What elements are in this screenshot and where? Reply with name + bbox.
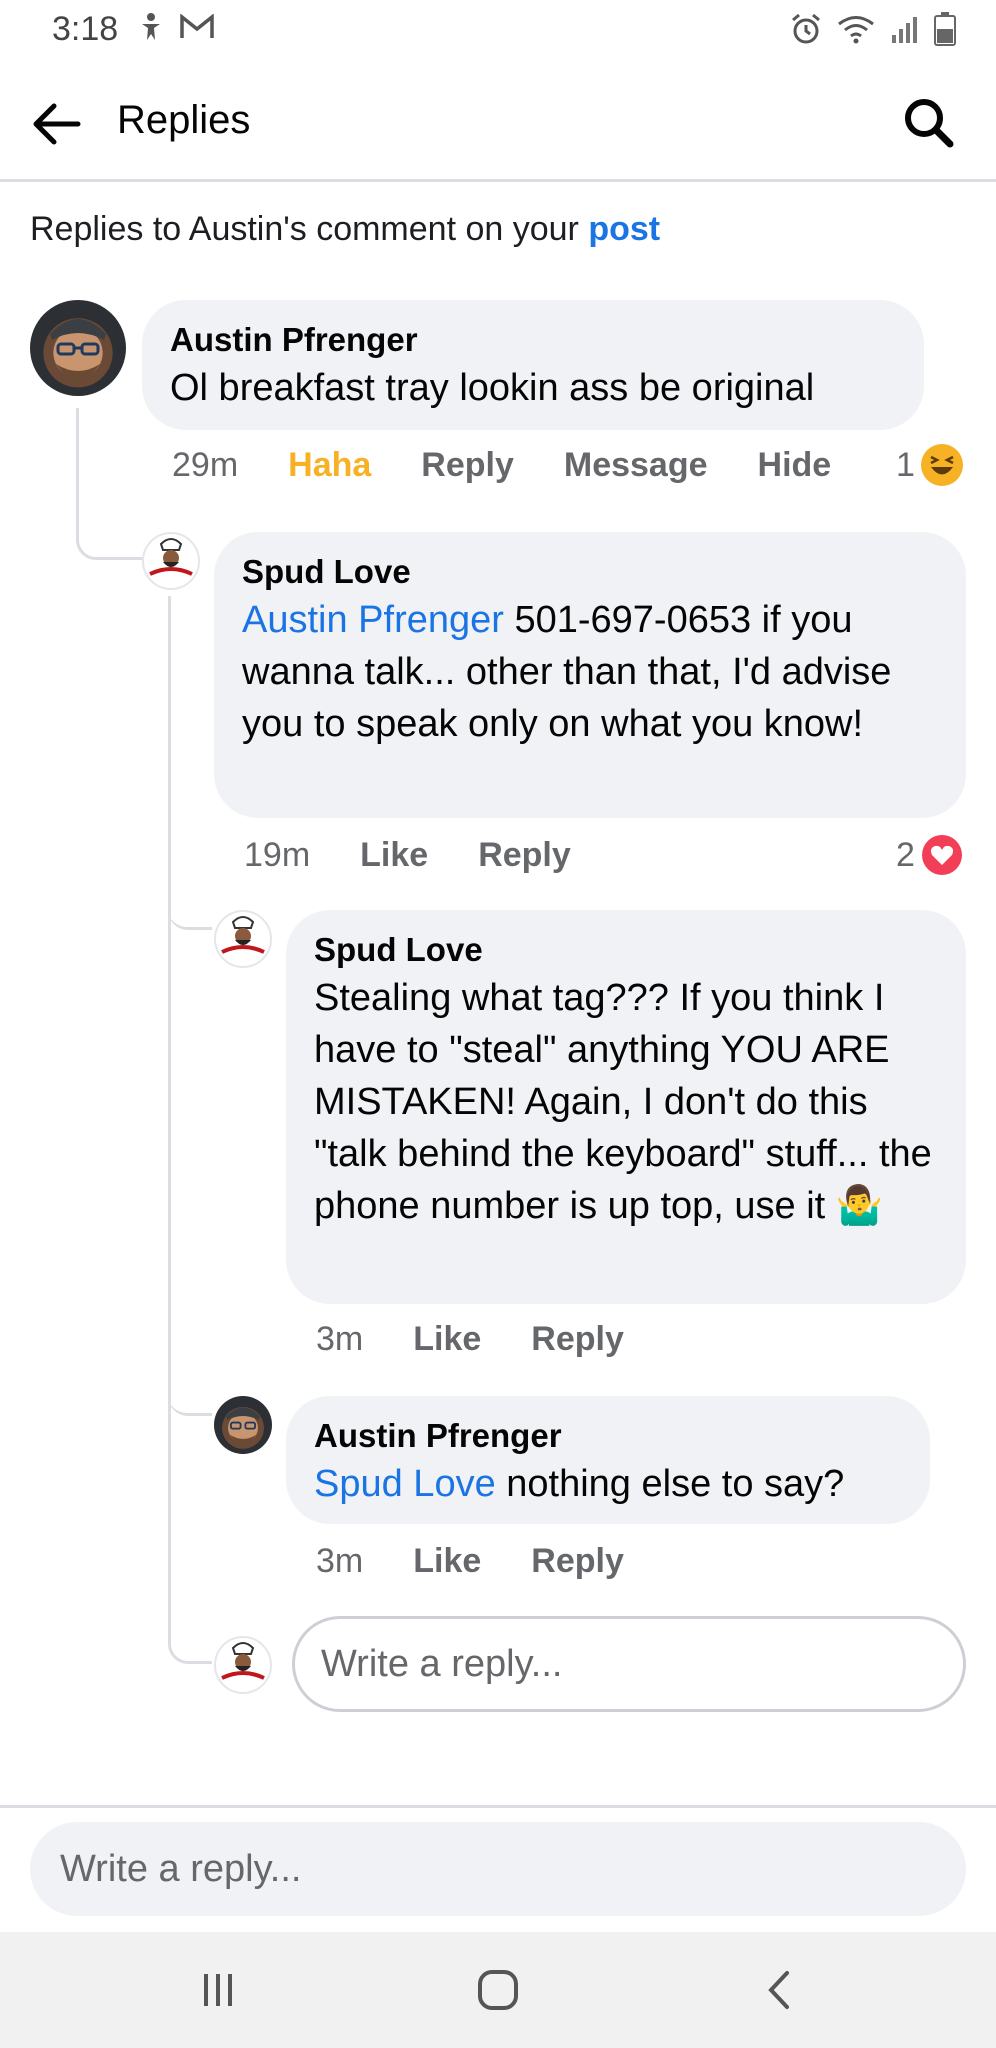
reaction-summary[interactable]: 1: [896, 444, 963, 486]
avatar[interactable]: [142, 532, 200, 590]
wifi-icon: [838, 16, 874, 44]
profile-photo-icon: [50, 319, 106, 380]
reply-composer-input[interactable]: Write a reply...: [30, 1822, 966, 1916]
spud-love-logo-icon: [149, 538, 193, 576]
comment-actions: 3m Like Reply: [316, 1542, 674, 1581]
like-button[interactable]: Like: [360, 836, 428, 875]
header: Replies: [0, 60, 996, 182]
hide-button[interactable]: Hide: [758, 446, 832, 485]
nav-back-button[interactable]: [748, 1962, 808, 2018]
shrug-emoji: 🤷‍♂️: [835, 1185, 884, 1227]
thread-connector: [168, 596, 212, 1664]
signal-icon: [892, 17, 917, 43]
reply-button[interactable]: Reply: [421, 446, 514, 485]
like-button[interactable]: Like: [413, 1542, 481, 1581]
comment-actions: 29m Haha Reply Message Hide: [172, 446, 881, 485]
system-nav-bar: [0, 1932, 996, 2048]
mention-link[interactable]: Austin Pfrenger: [242, 599, 504, 641]
status-bar: 3:18: [0, 0, 996, 60]
comment-actions: 3m Like Reply: [316, 1320, 674, 1359]
comment-actions: 19m Like Reply: [244, 836, 621, 875]
thread-connector: [76, 408, 146, 560]
comment-author[interactable]: Austin Pfrenger: [314, 1414, 902, 1458]
message-button[interactable]: Message: [564, 446, 708, 485]
reply-button[interactable]: Reply: [531, 1542, 624, 1581]
comment-text: Ol breakfast tray lookin ass be original: [170, 367, 815, 409]
back-arrow-icon: [33, 103, 81, 145]
comment-author[interactable]: Austin Pfrenger: [170, 318, 896, 362]
avatar[interactable]: [214, 910, 272, 968]
battery-icon: [934, 12, 956, 46]
spud-love-logo-icon: [221, 916, 265, 954]
comment-time: 3m: [316, 1320, 364, 1358]
comment-text: nothing else to say?: [495, 1463, 845, 1505]
gmail-icon: [180, 14, 214, 38]
search-icon: [905, 99, 954, 148]
haha-button[interactable]: Haha: [288, 446, 371, 485]
reaction-count: 1: [896, 445, 915, 484]
profile-photo-icon: [226, 1407, 260, 1445]
page-title: Replies: [117, 98, 251, 142]
comment-time: 19m: [244, 836, 311, 874]
comment-bubble[interactable]: Austin Pfrenger Ol breakfast tray lookin…: [142, 300, 924, 430]
reply-button[interactable]: Reply: [531, 1320, 624, 1359]
comment-bubble[interactable]: Spud Love Stealing what tag??? If you th…: [286, 910, 966, 1304]
comment-author[interactable]: Spud Love: [314, 928, 938, 972]
search-button[interactable]: [900, 94, 956, 150]
reaction-count: 2: [896, 835, 915, 874]
like-button[interactable]: Like: [413, 1320, 481, 1359]
recent-apps-icon: [204, 1974, 232, 2006]
recent-apps-button[interactable]: [188, 1962, 248, 2018]
comment-time: 3m: [316, 1542, 364, 1580]
avatar: [214, 1636, 272, 1694]
avatar[interactable]: [214, 1396, 272, 1454]
context-prefix: Replies to Austin's comment on your: [30, 210, 589, 248]
alarm-icon: [792, 13, 820, 44]
home-button[interactable]: [468, 1962, 528, 2018]
accessibility-icon: [142, 13, 160, 40]
replies-context: Replies to Austin's comment on your post: [30, 210, 660, 249]
mention-link[interactable]: Spud Love: [314, 1463, 496, 1505]
spud-love-logo-icon: [221, 1642, 265, 1680]
reply-button[interactable]: Reply: [478, 836, 571, 875]
home-icon: [478, 1970, 518, 2010]
avatar[interactable]: [30, 300, 126, 396]
status-time: 3:18: [52, 10, 119, 48]
post-link[interactable]: post: [588, 210, 660, 248]
divider: [0, 1805, 996, 1808]
comment-bubble[interactable]: Austin Pfrenger Spud Love nothing else t…: [286, 1396, 930, 1524]
comment-time: 29m: [172, 446, 239, 484]
love-reaction-icon: [921, 834, 963, 876]
comment-author[interactable]: Spud Love: [242, 550, 938, 594]
inline-reply-input[interactable]: Write a reply...: [292, 1616, 966, 1712]
comment-bubble[interactable]: Spud Love Austin Pfrenger 501-697-0653 i…: [214, 532, 966, 818]
back-button[interactable]: [28, 96, 84, 152]
nav-back-icon: [768, 1971, 789, 2009]
haha-reaction-icon: [920, 444, 963, 486]
reaction-summary[interactable]: 2: [896, 834, 963, 876]
